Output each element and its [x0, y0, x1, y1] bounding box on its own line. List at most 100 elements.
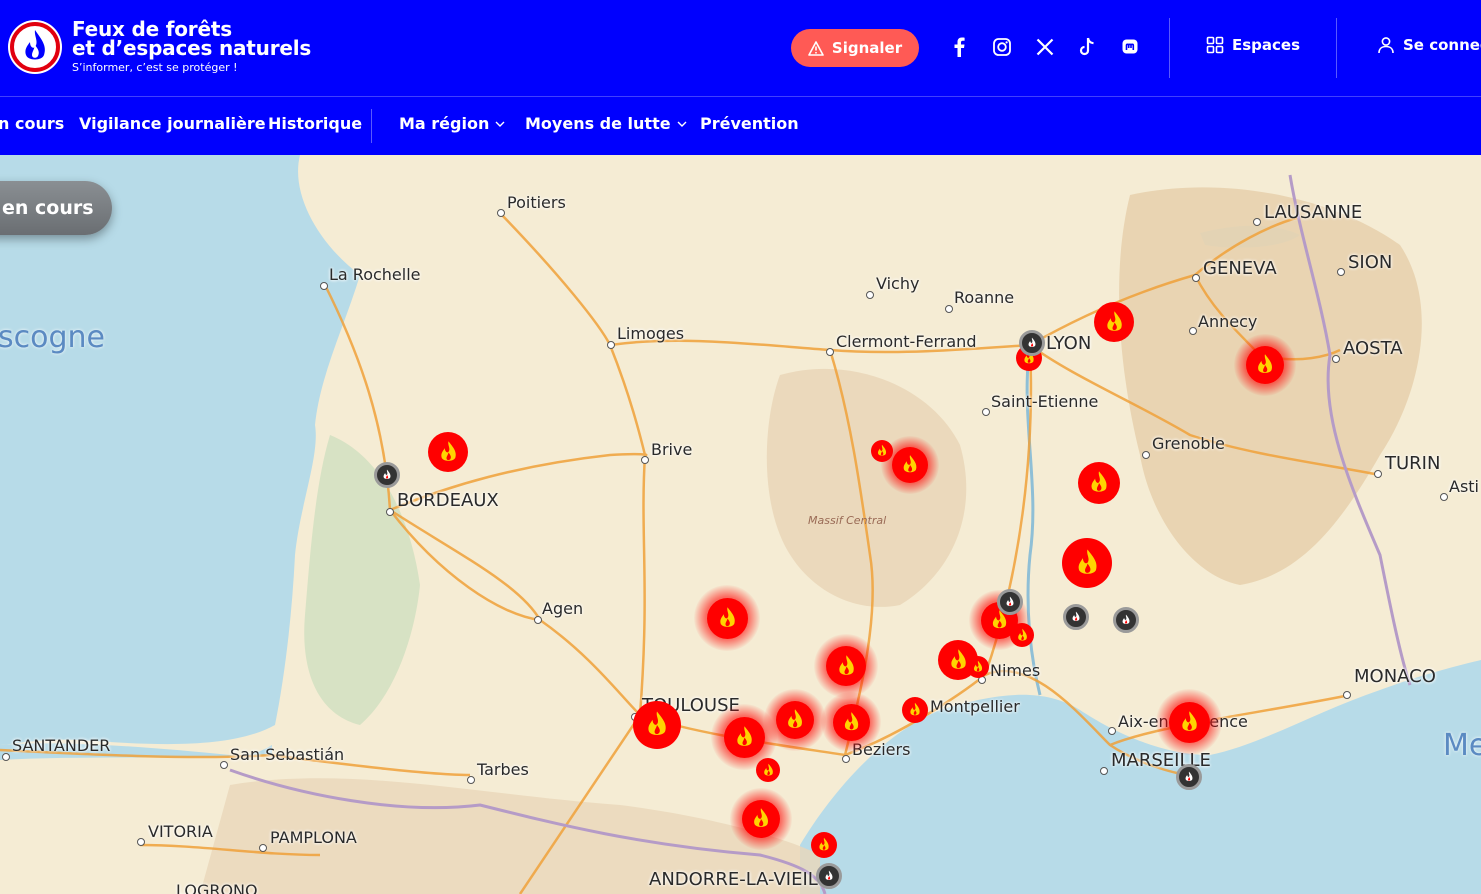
nav-item-en-cours[interactable]: n cours — [0, 114, 64, 133]
fire-icon — [723, 716, 765, 758]
fire-icon — [742, 800, 780, 838]
fire-icon — [1026, 334, 1038, 353]
active-fire-marker[interactable] — [730, 788, 792, 850]
nav-label: Ma région — [399, 114, 490, 133]
city-label: La Rochelle — [329, 265, 421, 284]
fire-icon — [706, 597, 748, 639]
city-marker — [866, 291, 874, 299]
fire-icon — [892, 447, 928, 483]
city-marker — [1142, 451, 1150, 459]
en-cours-button[interactable]: en cours — [0, 181, 112, 235]
top-bar: Feux de forêts et d’espaces naturels S’i… — [0, 0, 1481, 97]
active-fire-marker[interactable] — [1156, 689, 1222, 755]
login-button[interactable]: Se connect — [1377, 36, 1481, 54]
extinguished-fire-marker[interactable] — [997, 589, 1023, 615]
fire-icon — [1010, 623, 1034, 647]
city-marker — [497, 209, 505, 217]
city-marker — [1332, 355, 1340, 363]
active-fire-marker[interactable] — [814, 634, 878, 698]
city-label: Grenoble — [1152, 434, 1225, 453]
nav-item-ma-region[interactable]: Ma région — [399, 114, 505, 133]
active-fire-marker[interactable] — [902, 697, 928, 723]
active-fire-marker[interactable] — [428, 432, 468, 472]
mastodon-icon[interactable] — [1118, 35, 1142, 59]
nav-item-prevention[interactable]: Prévention — [700, 114, 799, 133]
fire-icon — [381, 466, 393, 485]
city-marker — [826, 348, 834, 356]
facebook-icon[interactable] — [947, 35, 971, 59]
active-fire-marker[interactable] — [967, 656, 989, 678]
nav-label: Prévention — [700, 114, 799, 133]
brand-subtitle: S’informer, c’est se protéger ! — [72, 61, 238, 74]
active-fire-marker[interactable] — [1010, 623, 1034, 647]
nav-label: Vigilance journalière — [79, 114, 266, 133]
city-label: VITORIA — [148, 822, 213, 841]
fire-icon — [902, 697, 928, 723]
extinguished-fire-marker[interactable] — [816, 863, 842, 889]
active-fire-marker[interactable] — [633, 701, 681, 749]
city-marker — [1100, 767, 1108, 775]
active-fire-marker[interactable] — [756, 758, 780, 782]
fire-icon — [826, 646, 866, 686]
city-marker — [137, 838, 145, 846]
header-divider — [1336, 18, 1337, 78]
city-label: Agen — [542, 599, 584, 618]
city-label: LOGRONO — [176, 881, 258, 894]
city-label: ANDORRE-LA-VIEILLE — [649, 869, 840, 890]
extinguished-fire-marker[interactable] — [1019, 330, 1045, 356]
signaler-button[interactable]: Signaler — [791, 29, 919, 67]
city-label: TURIN — [1385, 453, 1441, 474]
fire-map[interactable]: en cours scogne Me Massif Central Poitie… — [0, 155, 1481, 894]
fire-icon — [823, 867, 835, 886]
city-marker — [2, 753, 10, 761]
city-label: Asti — [1449, 477, 1479, 496]
active-fire-marker[interactable] — [694, 585, 760, 651]
x-icon[interactable] — [1033, 35, 1057, 59]
active-fire-marker[interactable] — [1078, 462, 1120, 504]
city-marker — [1108, 727, 1116, 735]
city-marker — [1189, 327, 1197, 335]
fire-icon — [776, 701, 814, 739]
city-marker — [386, 508, 394, 516]
city-marker — [1343, 691, 1351, 699]
grid-icon — [1206, 36, 1224, 54]
fire-icon — [1078, 462, 1120, 504]
espaces-button[interactable]: Espaces — [1206, 36, 1300, 54]
city-marker — [982, 408, 990, 416]
city-marker — [1440, 493, 1448, 501]
tiktok-icon[interactable] — [1075, 35, 1099, 59]
sea-label: Me — [1443, 728, 1481, 763]
chevron-down-icon — [677, 121, 687, 127]
extinguished-fire-marker[interactable] — [1176, 764, 1202, 790]
active-fire-marker[interactable] — [1062, 538, 1112, 588]
active-fire-marker[interactable] — [811, 832, 837, 858]
brand-title[interactable]: Feux de forêts et d’espaces naturels — [72, 19, 311, 58]
active-fire-marker[interactable] — [1234, 334, 1296, 396]
warning-icon — [808, 40, 824, 56]
nav-divider — [371, 109, 372, 143]
city-marker — [1337, 268, 1345, 276]
main-nav: n cours Vigilance journalière Historique… — [0, 97, 1481, 155]
nav-item-moyens-de-lutte[interactable]: Moyens de lutte — [525, 114, 687, 133]
nav-item-vigilance[interactable]: Vigilance journalière — [79, 114, 266, 133]
extinguished-fire-marker[interactable] — [374, 462, 400, 488]
extinguished-fire-marker[interactable] — [1063, 604, 1089, 630]
fire-icon — [756, 758, 780, 782]
active-fire-marker[interactable] — [1094, 302, 1134, 342]
active-fire-marker[interactable] — [871, 440, 893, 462]
city-label: Vichy — [876, 274, 920, 293]
city-marker — [1253, 218, 1261, 226]
instagram-icon[interactable] — [990, 35, 1014, 59]
active-fire-marker[interactable] — [821, 692, 881, 752]
city-label: BORDEAUX — [397, 490, 499, 511]
city-marker — [1192, 274, 1200, 282]
extinguished-fire-marker[interactable] — [1113, 607, 1139, 633]
nav-label: n cours — [0, 114, 65, 133]
nav-label: Moyens de lutte — [525, 114, 671, 133]
city-label: GENEVA — [1203, 258, 1277, 279]
logo-icon[interactable] — [6, 18, 64, 76]
nav-label: Historique — [268, 114, 363, 133]
nav-item-historique[interactable]: Historique — [268, 114, 362, 133]
region-label: Massif Central — [808, 514, 887, 527]
fire-icon — [811, 832, 837, 858]
